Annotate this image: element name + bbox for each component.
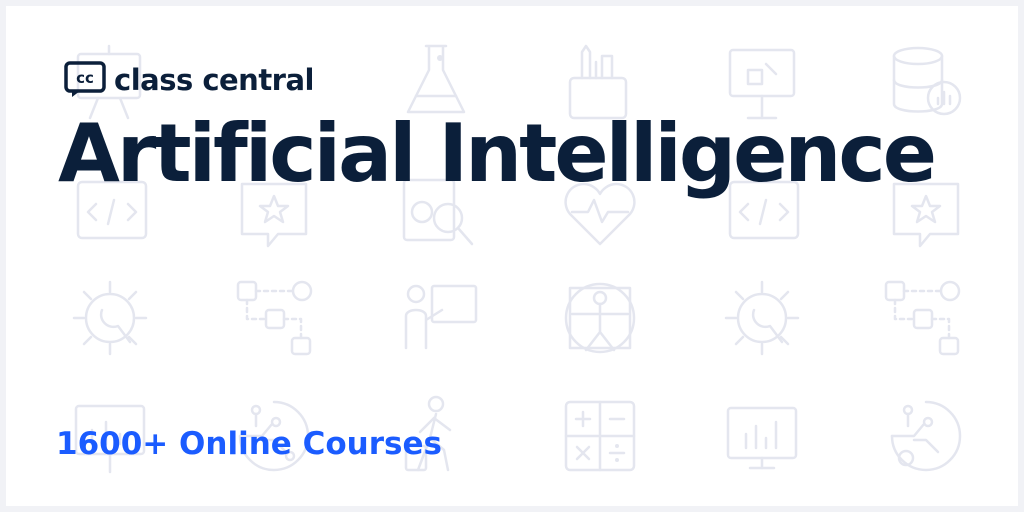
flowchart-icon: [884, 280, 961, 356]
banner-card: cc class central Artificial Intelligence…: [6, 6, 1018, 506]
teacher-board-icon: [404, 284, 478, 350]
class-central-logo: cc class central: [64, 61, 315, 99]
course-count: 1600+ Online Courses: [56, 426, 442, 462]
svg-text:cc: cc: [76, 69, 94, 87]
calculator-icon: [564, 400, 636, 472]
flowchart-icon: [236, 280, 313, 356]
vitruvian-man-icon: [564, 282, 636, 354]
bar-chart-board-icon: [726, 406, 798, 470]
circuit-globe-icon: [890, 400, 962, 472]
brand-name: class central: [114, 62, 315, 97]
gear-brain-icon: [72, 280, 148, 356]
page-title: Artificial Intelligence: [58, 107, 937, 200]
gear-brain-icon: [724, 280, 800, 356]
class-central-logo-mark: cc: [64, 61, 106, 97]
